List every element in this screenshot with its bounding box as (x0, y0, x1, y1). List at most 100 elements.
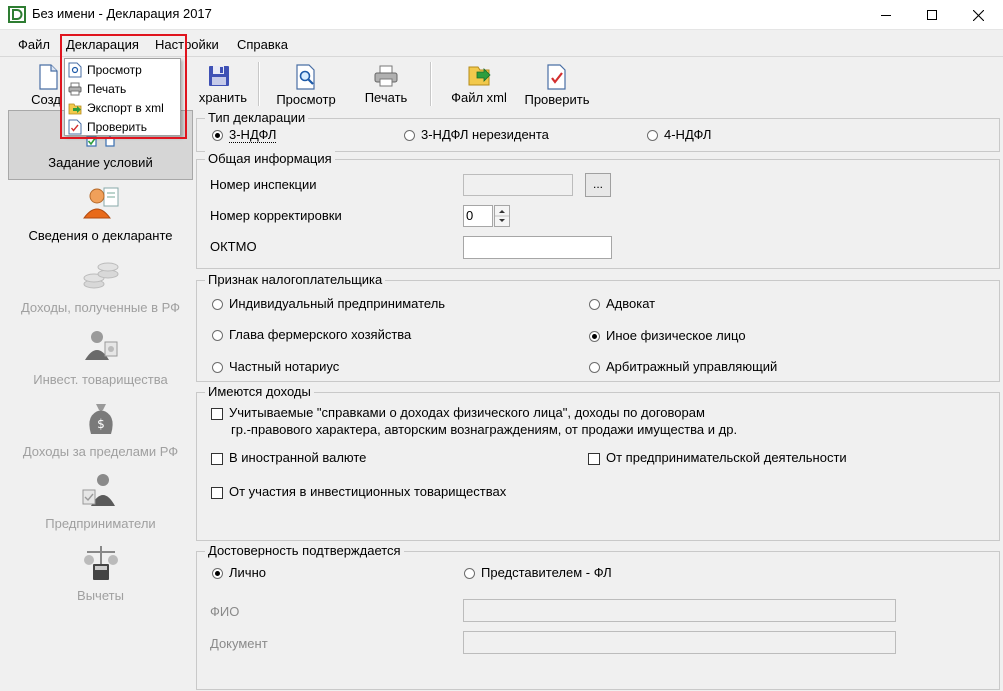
checkbox-investment-partnership-label: От участия в инвестиционных товарищества… (229, 484, 507, 499)
checkbox-business-income[interactable]: От предпринимательской деятельности (588, 450, 847, 465)
checkbox-investment-partnership-box (211, 486, 223, 499)
taxpayer-type-group: Признак налогоплательщика Индивидуальный… (196, 272, 1000, 382)
checkbox-foreign-currency-label: В иностранной валюте (229, 450, 367, 465)
nav-income-abroad-label: Доходы за пределами РФ (22, 444, 179, 459)
correction-field[interactable]: 0 (463, 205, 493, 227)
nav-invest-label: Инвест. товарищества (33, 372, 168, 387)
confirmation-group: Достоверность подтверждается Лично Предс… (196, 543, 1000, 690)
radio-lawyer-indicator (589, 299, 600, 311)
xml-file-button[interactable]: Файл xml (444, 58, 514, 110)
nav-deductions-label: Вычеты (77, 588, 124, 603)
fio-field[interactable] (463, 599, 896, 622)
radio-representative-label: Представителем - ФЛ (481, 565, 612, 580)
nav-entrepreneurs[interactable]: Предприниматели (8, 470, 193, 540)
new-document-icon (39, 64, 58, 90)
correction-label: Номер корректировки (210, 208, 342, 223)
toolbar-separator (430, 62, 432, 106)
checkbox-certified-income-label: Учитываемые "справками о доходах физичес… (229, 405, 705, 420)
radio-individual-entrepreneur-label: Индивидуальный предприниматель (229, 296, 446, 311)
radio-farm-head[interactable]: Глава фермерского хозяйства (212, 327, 411, 342)
nav-income-abroad[interactable]: $ Доходы за пределами РФ (8, 398, 193, 468)
check-button[interactable]: Проверить (518, 58, 596, 110)
correction-spinner[interactable] (494, 205, 510, 227)
minimize-button[interactable] (863, 0, 909, 30)
oktmo-label: ОКТМО (210, 239, 257, 254)
document-field[interactable] (463, 631, 896, 654)
radio-other-individual[interactable]: Иное физическое лицо (589, 328, 746, 343)
radio-lawyer[interactable]: Адвокат (589, 296, 655, 311)
nav-conditions-label: Задание условий (48, 155, 153, 170)
spinner-arrows-icon (495, 210, 509, 222)
radio-arbitration-manager[interactable]: Арбитражный управляющий (589, 359, 777, 374)
radio-notary-indicator (212, 362, 223, 374)
confirmation-title: Достоверность подтверждается (205, 543, 404, 558)
check-label: Проверить (524, 92, 590, 107)
inspection-field[interactable] (463, 174, 573, 196)
checkbox-business-income-box (588, 452, 600, 465)
radio-4ndfl[interactable]: 4-НДФЛ (647, 127, 711, 142)
checkbox-foreign-currency-box (211, 452, 223, 465)
radio-individual-entrepreneur[interactable]: Индивидуальный предприниматель (212, 296, 445, 311)
declaration-type-group: Тип декларации 3-НДФЛ 3-НДФЛ нерезидента… (196, 110, 1000, 152)
radio-arbitration-manager-indicator (589, 362, 600, 374)
radio-representative[interactable]: Представителем - ФЛ (464, 565, 612, 580)
radio-other-individual-label: Иное физическое лицо (606, 328, 746, 343)
checkbox-foreign-currency[interactable]: В иностранной валюте (211, 450, 366, 465)
radio-notary-label: Частный нотариус (229, 359, 340, 374)
radio-representative-indicator (464, 568, 475, 580)
calculator-scales-icon (83, 546, 118, 580)
check-document-icon (547, 64, 566, 90)
save-label: хранить (198, 90, 248, 105)
radio-4ndfl-indicator (647, 130, 658, 142)
checkbox-certified-income-label-2: гр.-правового характера, авторским возна… (231, 422, 738, 437)
radio-3ndfl-nonresident-label: 3-НДФЛ нерезидента (421, 127, 549, 142)
taxpayer-type-title: Признак налогоплательщика (205, 272, 386, 287)
checkbox-certified-income-box (211, 407, 223, 420)
checkbox-investment-partnership[interactable]: От участия в инвестиционных товарищества… (211, 484, 506, 499)
svg-text:$: $ (97, 417, 105, 431)
radio-farm-head-indicator (212, 330, 223, 342)
nav-deductions[interactable]: Вычеты (8, 542, 193, 612)
print-button[interactable]: Печать (356, 58, 416, 110)
left-navigation: Задание условий Сведения о декларанте До… (8, 110, 193, 691)
close-button[interactable] (955, 0, 1001, 30)
radio-3ndfl[interactable]: 3-НДФЛ (212, 127, 277, 143)
general-info-group: Общая информация Номер инспекции ... Ном… (196, 151, 1000, 269)
radio-3ndfl-nonresident-indicator (404, 130, 415, 142)
oktmo-field[interactable] (463, 236, 612, 259)
inspection-browse-button[interactable]: ... (585, 173, 611, 197)
maximize-icon (927, 10, 937, 20)
nav-income-rf-label: Доходы, полученные в РФ (20, 300, 181, 315)
radio-other-individual-indicator (589, 331, 600, 343)
nav-entrepreneurs-label: Предприниматели (45, 516, 156, 531)
printer-icon (374, 65, 398, 87)
radio-lawyer-label: Адвокат (606, 296, 656, 311)
radio-4ndfl-label: 4-НДФЛ (664, 127, 712, 142)
radio-notary[interactable]: Частный нотариус (212, 359, 339, 374)
preview-button[interactable]: Просмотр (270, 58, 342, 110)
nav-income-rf[interactable]: Доходы, полученные в РФ (8, 254, 193, 324)
radio-personally[interactable]: Лично (212, 565, 266, 580)
radio-3ndfl-label: 3-НДФЛ (229, 127, 277, 143)
minimize-icon (881, 15, 891, 16)
nav-invest[interactable]: Инвест. товарищества (8, 326, 193, 396)
checkbox-certified-income[interactable]: Учитываемые "справками о доходах физичес… (211, 405, 705, 420)
radio-personally-indicator (212, 568, 223, 580)
partnership-icon (84, 331, 117, 360)
checkbox-business-income-label: От предпринимательской деятельности (606, 450, 847, 465)
radio-personally-label: Лично (229, 565, 266, 580)
radio-3ndfl-nonresident[interactable]: 3-НДФЛ нерезидента (404, 127, 549, 142)
nav-declarant[interactable]: Сведения о декларанте (8, 182, 193, 252)
window-title: Без имени - Декларация 2017 (32, 6, 212, 21)
print-label: Печать (364, 90, 408, 105)
general-info-title: Общая информация (205, 151, 335, 166)
create-label: Созд (31, 92, 61, 107)
money-bag-icon: $ (88, 404, 113, 434)
title-bar: Без имени - Декларация 2017 (0, 0, 1003, 30)
save-disk-icon (209, 66, 229, 86)
menu-help[interactable]: Справка (237, 37, 288, 52)
app-logo-icon (8, 6, 26, 23)
menu-file[interactable]: Файл (18, 37, 50, 52)
maximize-button[interactable] (909, 0, 955, 30)
save-button[interactable]: хранить (188, 58, 250, 110)
